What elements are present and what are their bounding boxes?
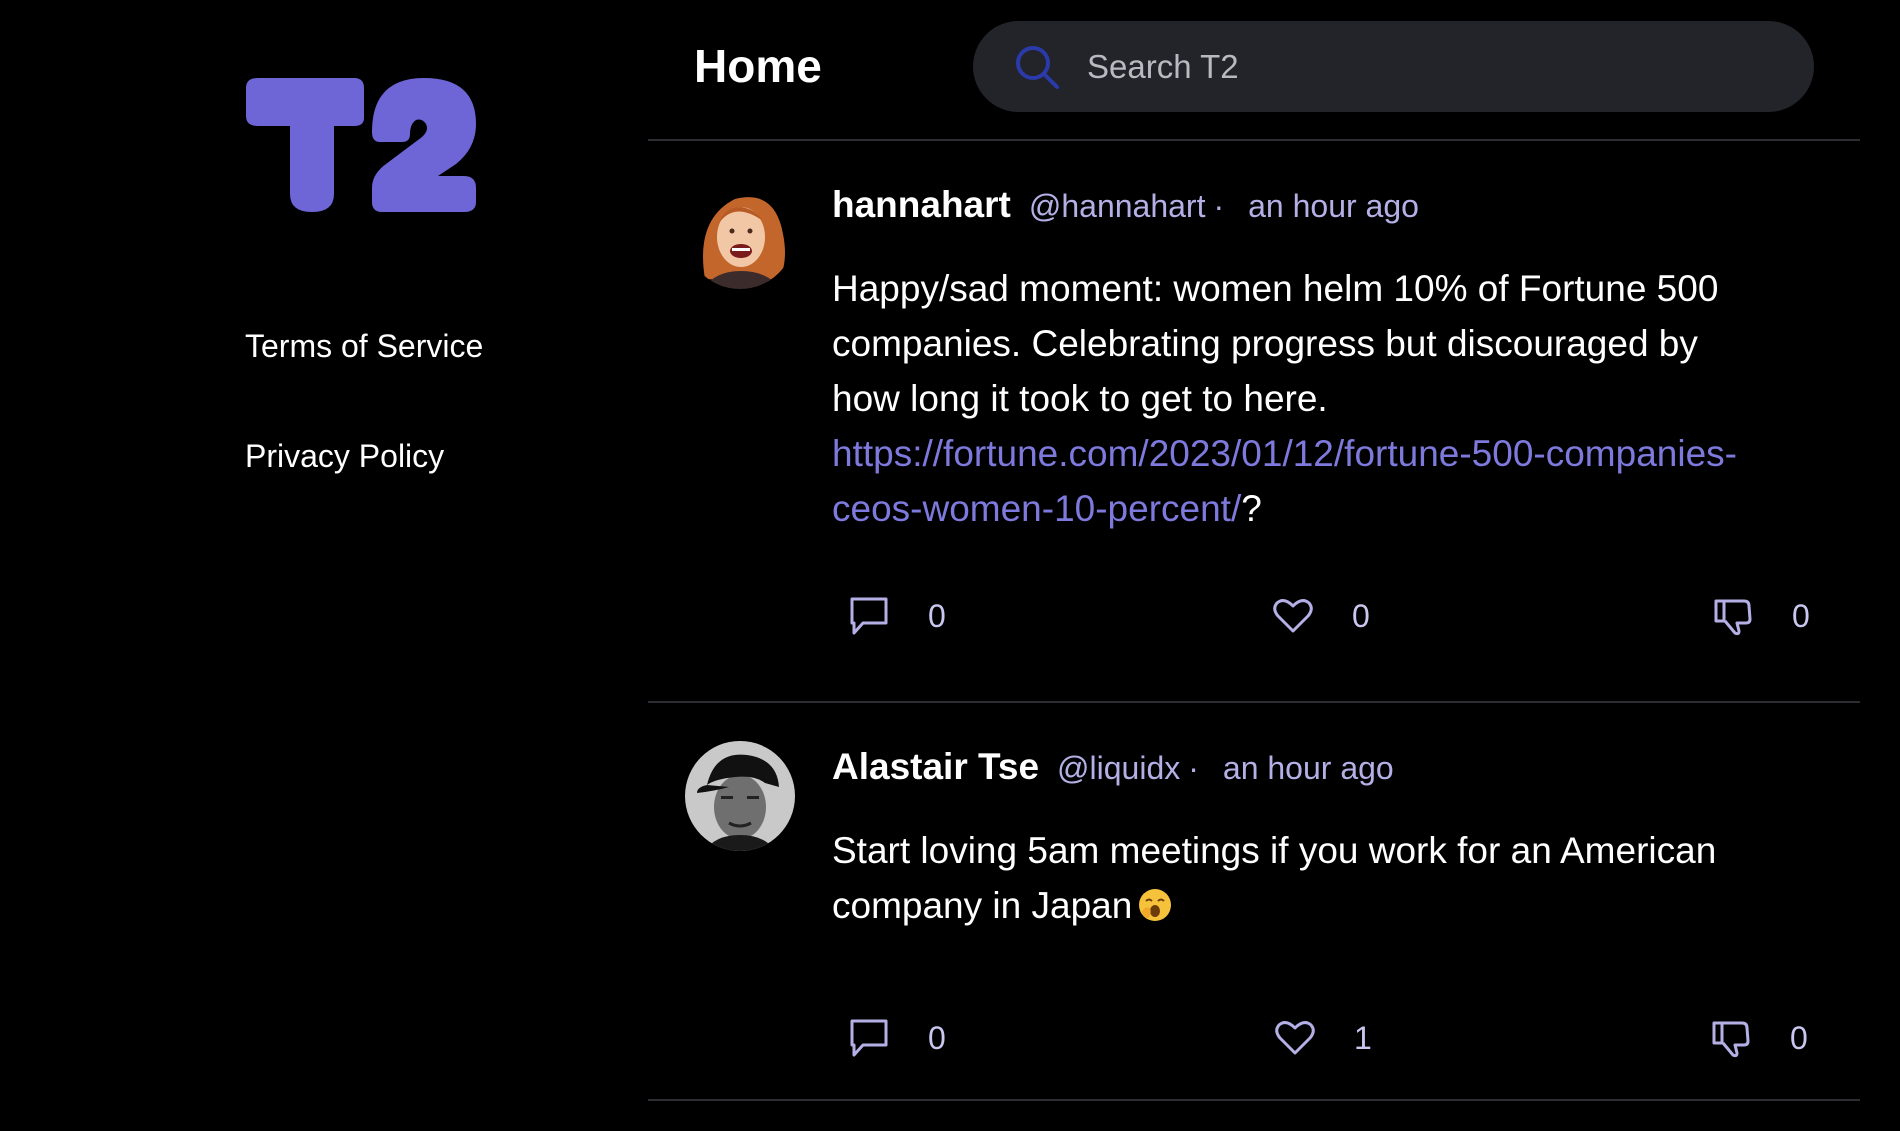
- like-count: 0: [1352, 597, 1370, 634]
- post-text-content: Start loving 5am meetings if you work fo…: [832, 830, 1717, 926]
- post-timestamp[interactable]: an hour ago: [1223, 748, 1394, 788]
- post-card: hannahart @hannahart · an hour ago Happy…: [648, 141, 1860, 701]
- post-actions: 0 0 0: [648, 595, 1860, 645]
- heart-icon: [1275, 1021, 1315, 1055]
- reply-button[interactable]: 0: [848, 1017, 946, 1059]
- post-header: Alastair Tse @liquidx · an hour ago: [832, 747, 1394, 788]
- post-link[interactable]: https://fortune.com/2023/01/12/fortune-5…: [832, 433, 1737, 529]
- reply-button[interactable]: 0: [848, 595, 946, 637]
- post-header: hannahart @hannahart · an hour ago: [832, 185, 1419, 226]
- post-divider: [648, 1099, 1860, 1101]
- dislike-count: 0: [1792, 597, 1810, 634]
- author-handle[interactable]: @liquidx: [1057, 748, 1180, 788]
- dislike-button[interactable]: 0: [1712, 595, 1810, 637]
- reply-icon: [850, 597, 888, 635]
- like-button[interactable]: 1: [1274, 1017, 1372, 1059]
- reply-count: 0: [928, 597, 946, 634]
- sidebar: Terms of Service Privacy Policy: [0, 0, 640, 1131]
- author-handle[interactable]: @hannahart: [1029, 186, 1206, 226]
- like-count: 1: [1354, 1019, 1372, 1056]
- dislike-button[interactable]: 0: [1710, 1017, 1808, 1059]
- post-timestamp[interactable]: an hour ago: [1248, 186, 1419, 226]
- separator-dot: ·: [1213, 188, 1225, 224]
- separator-dot: ·: [1188, 750, 1199, 786]
- terms-of-service-link[interactable]: Terms of Service: [245, 326, 483, 366]
- post-text-content: Happy/sad moment: women helm 10% of Fort…: [832, 268, 1719, 419]
- t2-logo[interactable]: [242, 76, 478, 214]
- author-name[interactable]: hannahart: [832, 185, 1011, 225]
- avatar-hannahart[interactable]: [685, 179, 795, 289]
- privacy-policy-link[interactable]: Privacy Policy: [245, 436, 444, 476]
- author-name[interactable]: Alastair Tse: [832, 747, 1039, 787]
- reply-count: 0: [928, 1019, 946, 1056]
- like-button[interactable]: 0: [1272, 595, 1370, 637]
- avatar-liquidx[interactable]: [685, 741, 795, 851]
- post-text: Start loving 5am meetings if you work fo…: [832, 823, 1762, 933]
- page-title: Home: [694, 40, 822, 92]
- dislike-count: 0: [1790, 1019, 1808, 1056]
- yawning-face-emoji: [1139, 889, 1172, 921]
- app-root: Terms of Service Privacy Policy Home Sea…: [0, 0, 1900, 1131]
- post-text: Happy/sad moment: women helm 10% of Fort…: [832, 261, 1762, 536]
- post-card: Alastair Tse @liquidx · an hour ago Star…: [648, 703, 1860, 1099]
- heart-icon: [1273, 599, 1313, 633]
- search-input[interactable]: [1087, 21, 1787, 112]
- thumbs-down-icon: [1714, 599, 1752, 636]
- reply-icon: [850, 1019, 888, 1057]
- search-icon[interactable]: [1013, 43, 1061, 91]
- post-actions: 0 1 0: [648, 1017, 1860, 1067]
- post-text-trailing: ?: [1241, 488, 1262, 529]
- search-bar[interactable]: [973, 21, 1814, 112]
- thumbs-down-icon: [1712, 1021, 1750, 1058]
